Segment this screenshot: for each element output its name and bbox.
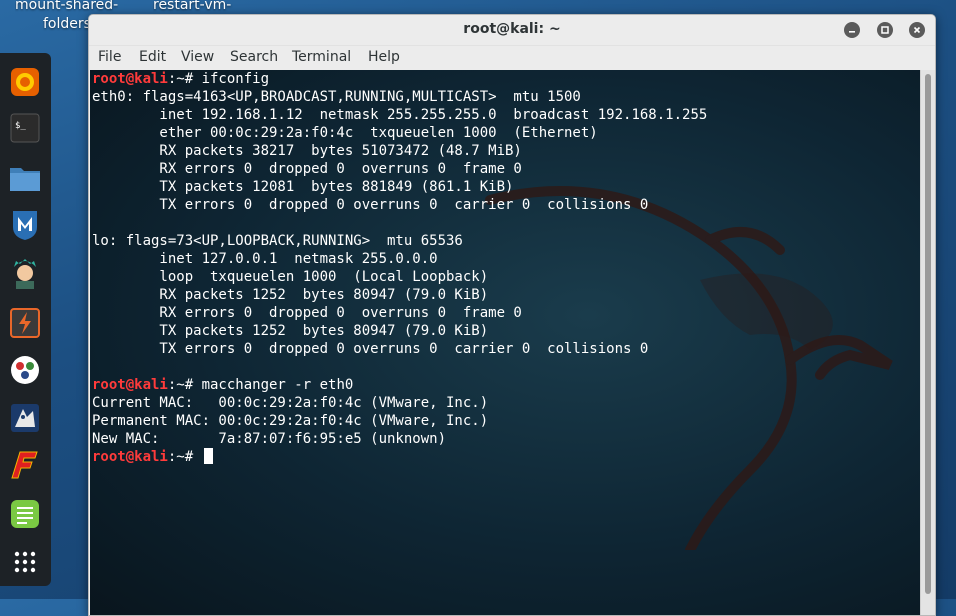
terminal-line: RX packets 38217 bytes 51073472 (48.7 Mi… bbox=[92, 142, 707, 160]
terminal-line: inet 127.0.0.1 netmask 255.0.0.0 bbox=[92, 250, 707, 268]
burpsuite-icon bbox=[10, 308, 40, 338]
terminal-line: TX packets 12081 bytes 881849 (861.1 KiB… bbox=[92, 178, 707, 196]
armitage-icon bbox=[14, 259, 36, 289]
terminal-line: RX errors 0 dropped 0 overruns 0 frame 0 bbox=[92, 304, 707, 322]
terminal-line: Current MAC: 00:0c:29:2a:f0:4c (VMware, … bbox=[92, 394, 707, 412]
terminal-line: TX packets 1252 bytes 80947 (79.0 KiB) bbox=[92, 322, 707, 340]
dock-item-maltego[interactable] bbox=[8, 353, 42, 387]
firefox-icon bbox=[11, 68, 39, 96]
output-text: inet 127.0.0.1 netmask 255.0.0.0 bbox=[92, 251, 438, 267]
terminal-line: loop txqueuelen 1000 (Local Loopback) bbox=[92, 268, 707, 286]
dock: $_ bbox=[0, 53, 51, 586]
metasploit-icon bbox=[13, 211, 37, 240]
output-text: lo: flags=73<UP,LOOPBACK,RUNNING> mtu 65… bbox=[92, 233, 463, 249]
terminal-line: ether 00:0c:29:2a:f0:4c txqueuelen 1000 … bbox=[92, 124, 707, 142]
terminal-line: root@kali:~# ifconfig bbox=[92, 70, 707, 88]
output-text: loop txqueuelen 1000 (Local Loopback) bbox=[92, 269, 489, 285]
output-text: RX packets 38217 bytes 51073472 (48.7 Mi… bbox=[92, 143, 522, 159]
menu-terminal[interactable]: Terminal bbox=[292, 49, 351, 65]
dock-item-faraday[interactable] bbox=[8, 448, 42, 482]
terminal-line: inet 192.168.1.12 netmask 255.255.255.0 … bbox=[92, 106, 707, 124]
text-cursor bbox=[203, 448, 213, 464]
terminal-line: TX errors 0 dropped 0 overruns 0 carrier… bbox=[92, 196, 707, 214]
leafpad-icon bbox=[11, 500, 39, 528]
output-text: TX errors 0 dropped 0 overruns 0 carrier… bbox=[92, 341, 649, 357]
menu-edit[interactable]: Edit bbox=[139, 49, 166, 65]
minimize-icon bbox=[849, 31, 855, 33]
dock-item-burpsuite[interactable] bbox=[8, 306, 42, 340]
terminal-line: TX errors 0 dropped 0 overruns 0 carrier… bbox=[92, 340, 707, 358]
maximize-button[interactable] bbox=[877, 22, 893, 38]
window-title: root@kali: ~ bbox=[463, 21, 561, 37]
desktop-icon-label-mount-line2[interactable]: folders bbox=[43, 16, 91, 32]
terminal-line: root@kali:~# macchanger -r eth0 bbox=[92, 376, 707, 394]
dock-item-firefox[interactable] bbox=[8, 65, 42, 99]
title-bar[interactable]: root@kali: ~ bbox=[89, 15, 935, 46]
output-text: RX errors 0 dropped 0 overruns 0 frame 0 bbox=[92, 161, 522, 177]
output-text: RX errors 0 dropped 0 overruns 0 frame 0 bbox=[92, 305, 522, 321]
scrollbar-thumb[interactable] bbox=[925, 74, 931, 594]
terminal-lines: root@kali:~# ifconfig eth0: flags=4163<UP… bbox=[92, 70, 707, 466]
command-text: ifconfig bbox=[201, 71, 270, 87]
close-icon bbox=[913, 26, 921, 34]
menu-view[interactable]: View bbox=[181, 49, 214, 65]
maximize-icon bbox=[881, 26, 889, 34]
terminal-line: lo: flags=73<UP,LOOPBACK,RUNNING> mtu 65… bbox=[92, 232, 707, 250]
prompt-suffix: :~# bbox=[167, 449, 202, 465]
svg-text:$_: $_ bbox=[15, 121, 26, 131]
dock-item-leafpad[interactable] bbox=[8, 497, 42, 531]
output-text: ether 00:0c:29:2a:f0:4c txqueuelen 1000 … bbox=[92, 125, 598, 141]
maltego-icon bbox=[11, 356, 39, 384]
dock-item-beef[interactable] bbox=[8, 401, 42, 435]
files-icon bbox=[10, 168, 40, 191]
prompt-user: root@kali bbox=[92, 449, 168, 465]
prompt-user: root@kali bbox=[92, 71, 168, 87]
output-text: inet 192.168.1.12 netmask 255.255.255.0 … bbox=[92, 107, 708, 123]
output-text: Permanent MAC: 00:0c:29:2a:f0:4c (VMware… bbox=[92, 413, 489, 429]
command-text: macchanger -r eth0 bbox=[201, 377, 354, 393]
output-text: New MAC: 7a:87:07:f6:95:e5 (unknown) bbox=[92, 431, 447, 447]
output-text: RX packets 1252 bytes 80947 (79.0 KiB) bbox=[92, 287, 489, 303]
output-text: TX packets 12081 bytes 881849 (861.1 KiB… bbox=[92, 179, 514, 195]
dock-item-armitage[interactable] bbox=[8, 256, 42, 290]
prompt-user: root@kali bbox=[92, 377, 168, 393]
dock-item-show-apps[interactable] bbox=[8, 545, 42, 579]
desktop-icon-label-mount[interactable]: mount-shared- bbox=[15, 0, 118, 13]
terminal-line: RX errors 0 dropped 0 overruns 0 frame 0 bbox=[92, 160, 707, 178]
menu-file[interactable]: File bbox=[98, 49, 121, 65]
minimize-button[interactable] bbox=[844, 22, 860, 38]
terminal-line: New MAC: 7a:87:07:f6:95:e5 (unknown) bbox=[92, 430, 707, 448]
terminal-icon: $_ bbox=[10, 113, 40, 143]
show-apps-icon bbox=[14, 551, 36, 573]
menu-bar: File Edit View Search Terminal Help bbox=[89, 46, 935, 70]
output-text: TX errors 0 dropped 0 overruns 0 carrier… bbox=[92, 197, 649, 213]
dock-item-metasploit[interactable] bbox=[8, 208, 42, 242]
close-button[interactable] bbox=[909, 22, 925, 38]
prompt-suffix: :~# bbox=[167, 377, 202, 393]
menu-search[interactable]: Search bbox=[230, 49, 278, 65]
output-text: Current MAC: 00:0c:29:2a:f0:4c (VMware, … bbox=[92, 395, 489, 411]
dock-item-files[interactable] bbox=[8, 161, 42, 195]
terminal-line: eth0: flags=4163<UP,BROADCAST,RUNNING,MU… bbox=[92, 88, 707, 106]
terminal-output[interactable]: root@kali:~# ifconfig eth0: flags=4163<UP… bbox=[90, 70, 920, 615]
prompt-suffix: :~# bbox=[167, 71, 202, 87]
output-text: eth0: flags=4163<UP,BROADCAST,RUNNING,MU… bbox=[92, 89, 581, 105]
output-text: TX packets 1252 bytes 80947 (79.0 KiB) bbox=[92, 323, 489, 339]
terminal-window: root@kali: ~ File Edit View Search Termi… bbox=[88, 14, 936, 616]
faraday-icon bbox=[11, 451, 38, 479]
desktop-icon-label-restart[interactable]: restart-vm- bbox=[153, 0, 233, 13]
terminal-scrollbar[interactable] bbox=[920, 70, 935, 615]
beef-icon bbox=[11, 404, 39, 432]
terminal-line: Permanent MAC: 00:0c:29:2a:f0:4c (VMware… bbox=[92, 412, 707, 430]
terminal-line: RX packets 1252 bytes 80947 (79.0 KiB) bbox=[92, 286, 707, 304]
dock-item-terminal[interactable]: $_ bbox=[8, 111, 42, 145]
menu-help[interactable]: Help bbox=[368, 49, 400, 65]
terminal-line: root@kali:~# bbox=[92, 448, 707, 466]
